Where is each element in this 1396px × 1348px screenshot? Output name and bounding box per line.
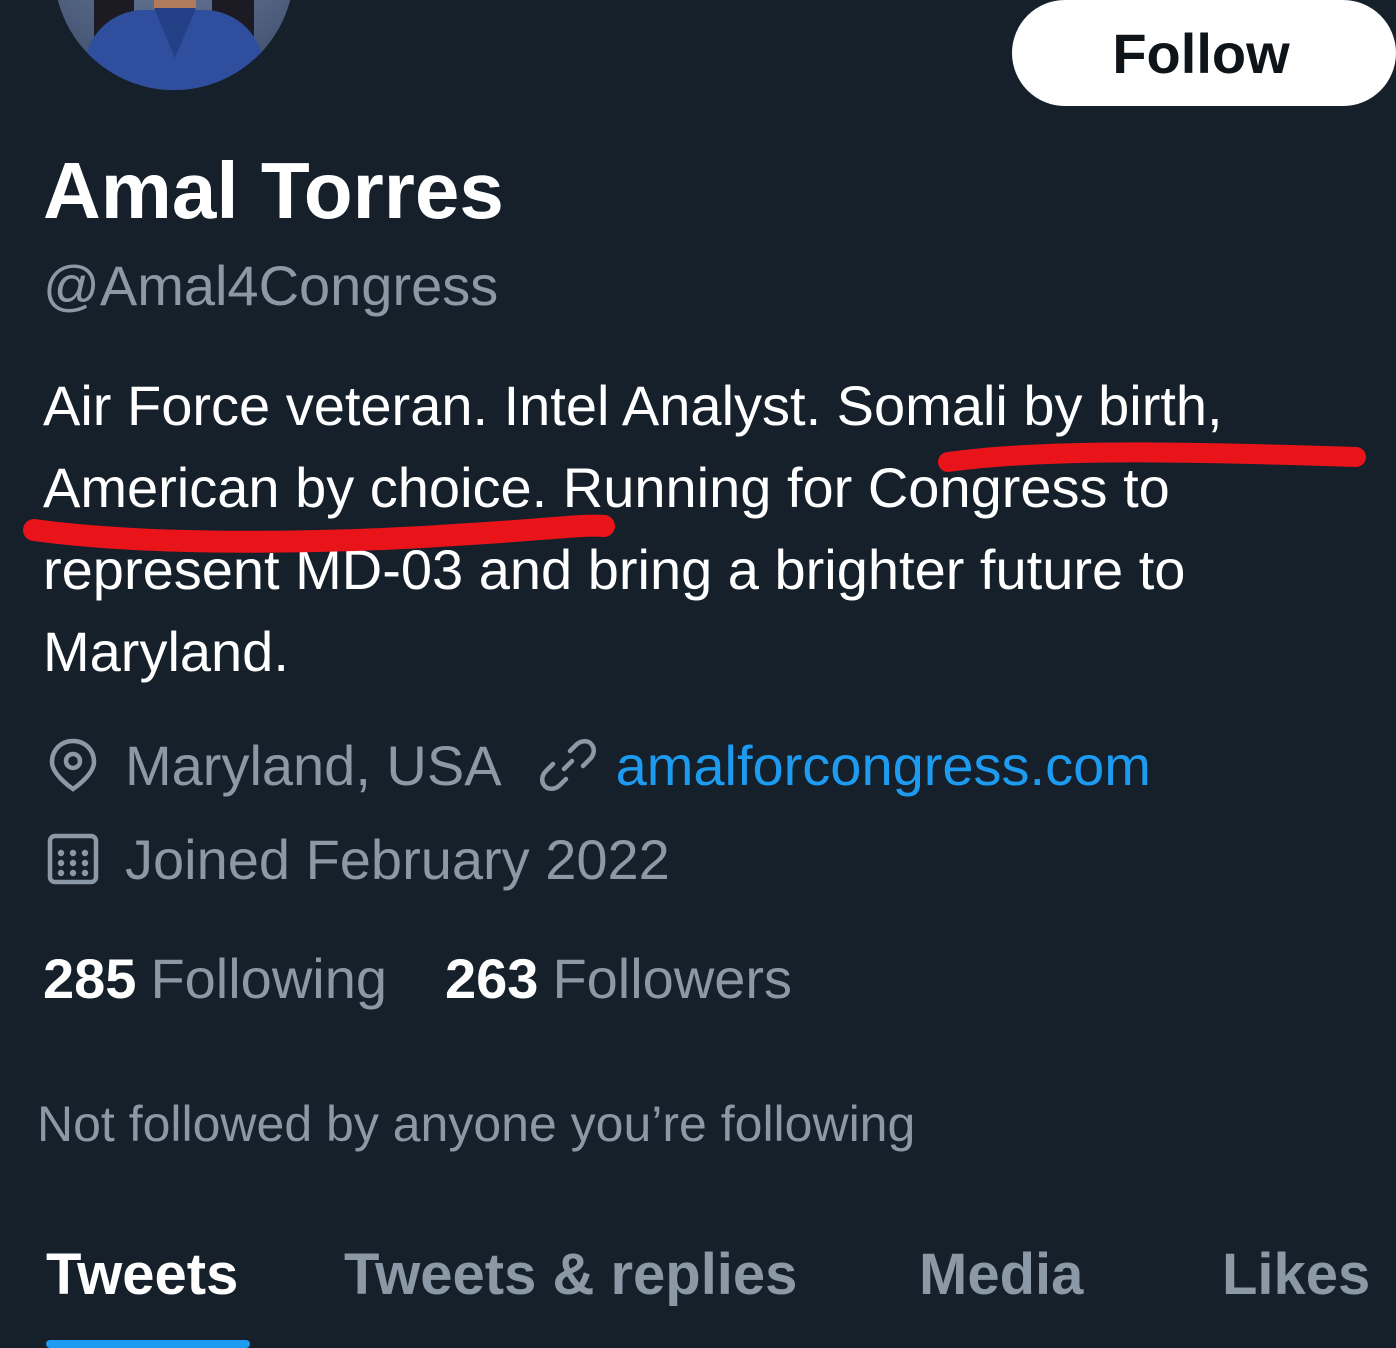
- follow-button[interactable]: Follow: [1012, 0, 1396, 106]
- tab-tweets-and-replies[interactable]: Tweets & replies: [344, 1240, 797, 1310]
- bio-line: American by choice. Running for Congress…: [43, 456, 1170, 519]
- tab-tweets[interactable]: Tweets: [46, 1240, 238, 1310]
- location-pin-icon: [43, 735, 103, 795]
- profile-bio: Air Force veteran. Intel Analyst. Somali…: [43, 365, 1373, 693]
- profile-meta-location-row: Maryland, USA amalforcongress.com: [43, 728, 1151, 802]
- tab-likes[interactable]: Likes: [1222, 1240, 1370, 1310]
- profile-tabs: Tweets Tweets & replies Media Likes: [0, 1226, 1396, 1348]
- followers-count-link[interactable]: 263 Followers: [445, 942, 792, 1016]
- profile-location: Maryland, USA: [125, 733, 502, 797]
- followers-count: 263: [445, 947, 539, 1010]
- profile-name: Amal Torres: [43, 146, 504, 235]
- not-followed-notice: Not followed by anyone you’re following: [37, 1096, 916, 1152]
- bio-line: represent MD-03 and bring a brighter fut…: [43, 538, 1186, 601]
- bio-line: Maryland.: [43, 620, 289, 683]
- following-count: 285: [43, 947, 137, 1010]
- tab-media[interactable]: Media: [919, 1240, 1083, 1310]
- profile-avatar[interactable]: [54, 0, 294, 90]
- profile-joined-date: Joined February 2022: [125, 827, 670, 891]
- profile-handle: @Amal4Congress: [43, 254, 499, 317]
- following-count-link[interactable]: 285 Following: [43, 942, 387, 1016]
- following-label: Following: [150, 947, 387, 1010]
- link-icon: [538, 735, 598, 795]
- profile-meta-joined-row: Joined February 2022: [43, 822, 670, 896]
- follow-button-label: Follow: [1112, 21, 1290, 85]
- profile-follow-counts: 285 Following 263 Followers: [43, 942, 792, 1016]
- profile-website-link[interactable]: amalforcongress.com: [616, 733, 1151, 798]
- followers-label: Followers: [552, 947, 793, 1010]
- calendar-icon: [43, 829, 103, 889]
- bio-line: Air Force veteran. Intel Analyst. Somali…: [43, 374, 1223, 437]
